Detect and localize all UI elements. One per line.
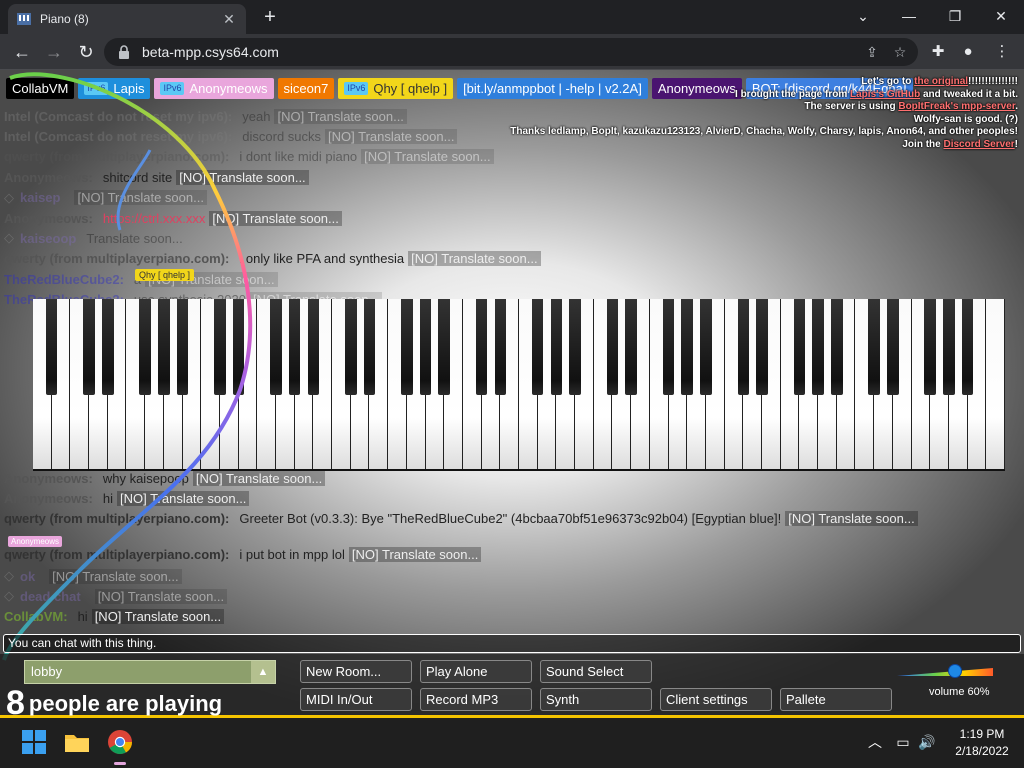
- clock-date: 2/18/2022: [955, 744, 1009, 758]
- share-icon[interactable]: ⇪: [864, 44, 880, 60]
- chrome-icon[interactable]: [106, 728, 134, 756]
- address-bar[interactable]: beta-mpp.csys64.com ⇪ ☆: [104, 38, 918, 66]
- minimize-icon[interactable]: —: [886, 4, 932, 28]
- room-select[interactable]: lobby ▲: [24, 660, 276, 684]
- network-icon[interactable]: ▭: [894, 733, 912, 751]
- client-settings-button[interactable]: Client settings: [660, 688, 772, 711]
- speaker-icon[interactable]: 🔊: [918, 733, 936, 751]
- volume-knob[interactable]: [947, 664, 962, 678]
- room-name: lobby: [31, 664, 63, 679]
- reload-icon[interactable]: ↻: [74, 40, 98, 64]
- url-text: beta-mpp.csys64.com: [142, 44, 279, 60]
- sound-select-button[interactable]: Sound Select: [540, 660, 652, 683]
- chat-input[interactable]: You can chat with this thing.: [3, 634, 1021, 653]
- anon-cursor-tag: Anonymeows: [8, 536, 63, 547]
- cursor-user-tag: Qhy [ qhelp ]: [135, 269, 195, 281]
- piano-page: CollabVM IPv6 Lapis IPv6 Anonymeows siceon7 IP…: [0, 70, 1024, 718]
- restore-icon[interactable]: ❐: [932, 4, 978, 28]
- piano-favicon-icon: [17, 13, 31, 25]
- windows-start-icon[interactable]: [20, 728, 48, 756]
- extensions-icon[interactable]: ✚: [928, 42, 948, 62]
- active-app-indicator: [114, 762, 126, 765]
- browser-tab[interactable]: Piano (8) ✕: [8, 4, 246, 34]
- new-room-button[interactable]: New Room...: [300, 660, 412, 683]
- volume-slider[interactable]: volume 60%: [897, 662, 997, 706]
- system-clock[interactable]: 1:19 PM 2/18/2022: [944, 726, 1020, 760]
- tab-search-icon[interactable]: ⌄: [840, 4, 886, 28]
- cursor-trail: [2, 72, 253, 661]
- tray-chevron-icon[interactable]: ︿: [866, 733, 884, 751]
- new-tab-button[interactable]: +: [258, 6, 282, 30]
- players-count: 8 people are playing: [6, 684, 222, 718]
- volume-label: volume 60%: [929, 686, 990, 698]
- lock-icon: [119, 45, 129, 59]
- menu-icon[interactable]: ⋮: [992, 42, 1012, 62]
- synth-button[interactable]: Synth: [540, 688, 652, 711]
- close-window-icon[interactable]: ✕: [978, 4, 1024, 28]
- players-number: 8: [6, 684, 25, 718]
- profile-icon[interactable]: ●: [958, 42, 978, 62]
- players-text: people are playing: [28, 691, 223, 716]
- midi-button[interactable]: MIDI In/Out: [300, 688, 412, 711]
- record-mp3-button[interactable]: Record MP3: [420, 688, 532, 711]
- pallete-button[interactable]: Pallete: [780, 688, 892, 711]
- bottom-bar: lobby ▲ 8 people are playing New Room... …: [0, 654, 1024, 718]
- bookmark-star-icon[interactable]: ☆: [892, 44, 908, 60]
- tab-close-icon[interactable]: ✕: [220, 11, 238, 28]
- clock-time: 1:19 PM: [959, 727, 1005, 741]
- title-bar: Piano (8) ✕ + ⌄ — ❐ ✕: [0, 0, 1024, 34]
- browser-toolbar: ← → ↻ beta-mpp.csys64.com ⇪ ☆ ✚ ● ⋮: [0, 34, 1024, 70]
- tab-title: Piano (8): [40, 12, 89, 26]
- back-icon[interactable]: ←: [10, 40, 34, 64]
- file-explorer-icon[interactable]: [63, 728, 91, 756]
- room-arrow-icon[interactable]: ▲: [251, 661, 275, 683]
- volume-track[interactable]: [897, 668, 993, 676]
- forward-icon[interactable]: →: [42, 40, 66, 64]
- play-alone-button[interactable]: Play Alone: [420, 660, 532, 683]
- taskbar: ︿ ▭ 🔊 1:19 PM 2/18/2022: [0, 718, 1024, 768]
